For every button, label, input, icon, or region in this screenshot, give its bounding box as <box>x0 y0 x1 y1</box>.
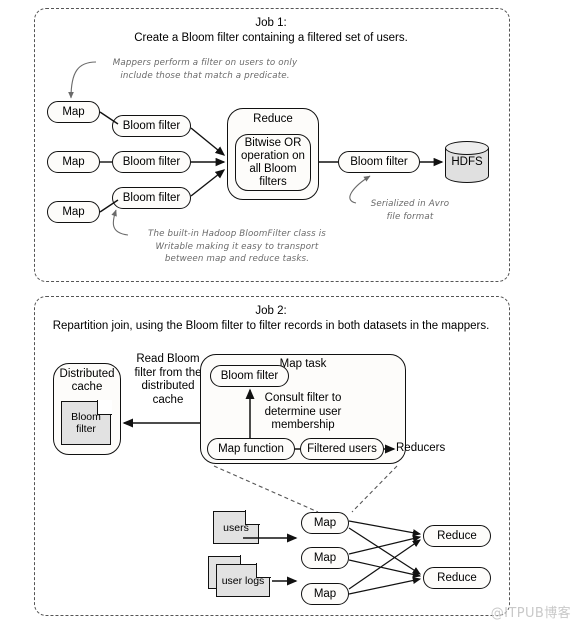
job2-read-bloom-label: Read Bloom filter from the distributed c… <box>134 353 202 406</box>
job1-note-writable: The built-in Hadoop BloomFilter class is… <box>148 229 326 264</box>
job1-map-3: Map <box>47 201 100 223</box>
job1-bloom-filter-1: Bloom filter <box>112 115 191 137</box>
job2-distributed-cache-document: Bloom filter <box>61 400 112 445</box>
job2-reduce-a: Reduce <box>423 525 491 547</box>
job1-hdfs-cylinder: HDFS <box>445 141 489 183</box>
job2-users-doc-label: users <box>223 521 249 534</box>
job2-map-function-node: Map function <box>207 438 295 460</box>
job2-user-logs-document: user logs <box>216 563 271 597</box>
job1-reduce-title: Reduce <box>253 113 293 125</box>
job1-note-avro: Serialized in Avro file format <box>370 199 450 222</box>
job1-reduce-inner: Bitwise OR operation on all Bloom filter… <box>235 134 311 191</box>
job1-bloom-filter-3: Bloom filter <box>112 187 191 209</box>
job2-reducers-label: Reducers <box>396 442 446 454</box>
job2-map-b: Map <box>301 547 349 569</box>
job2-consult-filter-label: Consult filter to determine user members… <box>264 392 342 431</box>
job2-title-line2: Repartition join, using the Bloom filter… <box>52 320 490 332</box>
job2-distributed-cache-title: Distributed cache <box>59 368 115 393</box>
watermark: @ITPUB博客 <box>490 606 571 621</box>
job2-filtered-users-node: Filtered users <box>300 438 384 460</box>
job1-title-line1: Job 1: <box>255 17 287 29</box>
job1-title-line2: Create a Bloom filter containing a filte… <box>134 32 408 44</box>
job2-users-document: users <box>213 510 260 544</box>
job2-title-line1: Job 2: <box>255 305 287 317</box>
job2-user-logs-doc-label: user logs <box>221 574 265 587</box>
job2-reduce-b: Reduce <box>423 567 491 589</box>
job1-map-1: Map <box>47 101 100 123</box>
job2-bloom-filter-node: Bloom filter <box>210 365 289 387</box>
job1-bloom-filter-output: Bloom filter <box>338 151 420 173</box>
job1-note-mappers: Mappers perform a filter on users to onl… <box>112 58 298 81</box>
job1-bloom-filter-2: Bloom filter <box>112 151 191 173</box>
job2-map-c: Map <box>301 583 349 605</box>
job2-distributed-cache-doc-label: Bloom filter <box>71 411 101 435</box>
job1-hdfs-label: HDFS <box>451 156 483 168</box>
job2-map-a: Map <box>301 512 349 534</box>
job1-map-2: Map <box>47 151 100 173</box>
